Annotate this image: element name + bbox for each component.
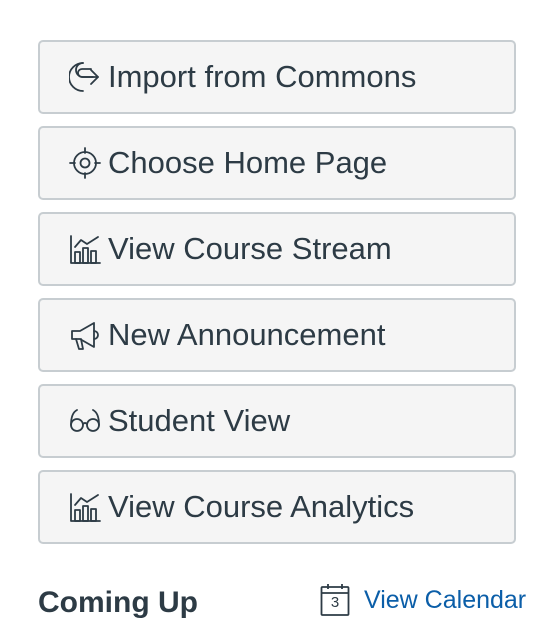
view-course-analytics-button[interactable]: View Course Analytics xyxy=(38,470,516,544)
analytics-icon xyxy=(68,490,102,524)
analytics-icon xyxy=(68,232,102,266)
glasses-icon xyxy=(68,404,102,438)
calendar-icon: 3 xyxy=(320,583,350,617)
button-label: View Course Analytics xyxy=(108,489,415,524)
announcement-icon xyxy=(68,318,102,352)
view-course-stream-button[interactable]: View Course Stream xyxy=(38,212,516,286)
calendar-day: 3 xyxy=(330,594,340,611)
commons-icon xyxy=(68,60,102,94)
course-sidebar: Import from Commons Choose Home Page Vie… xyxy=(0,0,548,640)
button-label: Choose Home Page xyxy=(108,145,388,180)
new-announcement-button[interactable]: New Announcement xyxy=(38,298,516,372)
target-icon xyxy=(68,146,102,180)
import-from-commons-button[interactable]: Import from Commons xyxy=(38,40,516,114)
view-calendar-label: View Calendar xyxy=(364,585,527,614)
student-view-button[interactable]: Student View xyxy=(38,384,516,458)
coming-up-heading: Coming Up xyxy=(38,586,198,619)
button-label: Student View xyxy=(108,403,291,438)
button-label: New Announcement xyxy=(108,317,386,352)
button-label: View Course Stream xyxy=(108,231,392,266)
button-label: Import from Commons xyxy=(108,59,417,94)
choose-home-page-button[interactable]: Choose Home Page xyxy=(38,126,516,200)
view-calendar-link[interactable]: 3 View Calendar xyxy=(320,583,526,617)
